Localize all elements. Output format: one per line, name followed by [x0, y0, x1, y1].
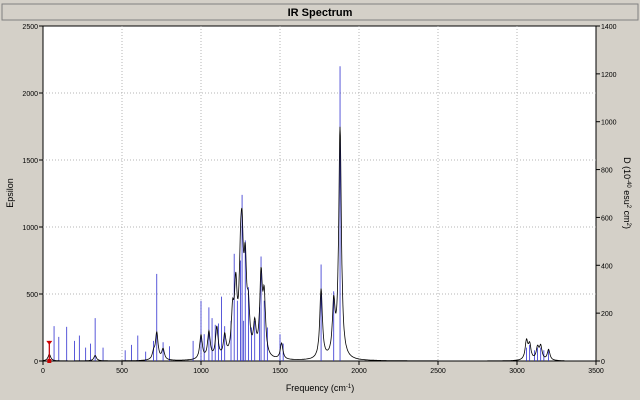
x-tick-label: 2500 [430, 368, 446, 375]
x-tick-label: 1500 [272, 368, 288, 375]
y-left-tick-label: 2500 [22, 24, 38, 31]
y-left-tick-label: 2000 [22, 91, 38, 98]
y-right-axis-ticks: 0 200 400 600 800 1000 1200 1400 [596, 24, 617, 366]
y-left-tick-label: 500 [26, 292, 38, 299]
y-right-tick-label: 0 [601, 359, 605, 366]
y-left-axis-label: Epsilon [5, 178, 15, 208]
y-right-tick-label: 600 [601, 215, 613, 222]
y-right-tick-label: 800 [601, 168, 613, 175]
y-right-tick-label: 200 [601, 311, 613, 318]
ir-spectrum-window: IR Spectrum 0 500 1000 1500 2000 2500 3000 3500… [0, 0, 640, 400]
x-axis-label: Frequency (cm-1) [286, 383, 354, 393]
y-right-tick-label: 1400 [601, 24, 617, 31]
chart-title: IR Spectrum [288, 7, 353, 19]
y-left-axis-ticks: 0 500 1000 1500 2000 2500 [22, 24, 43, 366]
x-tick-label: 3000 [509, 368, 525, 375]
y-right-tick-label: 1000 [601, 120, 617, 127]
x-tick-label: 3500 [588, 368, 604, 375]
y-right-axis-label: D (10-40 esu2 cm2) [622, 157, 632, 229]
x-tick-label: 2000 [351, 368, 367, 375]
y-right-tick-label: 400 [601, 263, 613, 270]
y-left-tick-label: 1000 [22, 225, 38, 232]
x-axis-ticks: 0 500 1000 1500 2000 2500 3000 3500 [41, 361, 604, 375]
y-right-tick-label: 1200 [601, 72, 617, 79]
x-tick-label: 0 [41, 368, 45, 375]
x-tick-label: 1000 [193, 368, 209, 375]
y-left-tick-label: 0 [34, 359, 38, 366]
ir-spectrum-chart: IR Spectrum 0 500 1000 1500 2000 2500 3000 3500… [1, 3, 639, 393]
y-left-tick-label: 1500 [22, 158, 38, 165]
plot-area [42, 25, 597, 362]
x-tick-label: 500 [116, 368, 128, 375]
marker-bottom-handle[interactable] [47, 359, 52, 363]
